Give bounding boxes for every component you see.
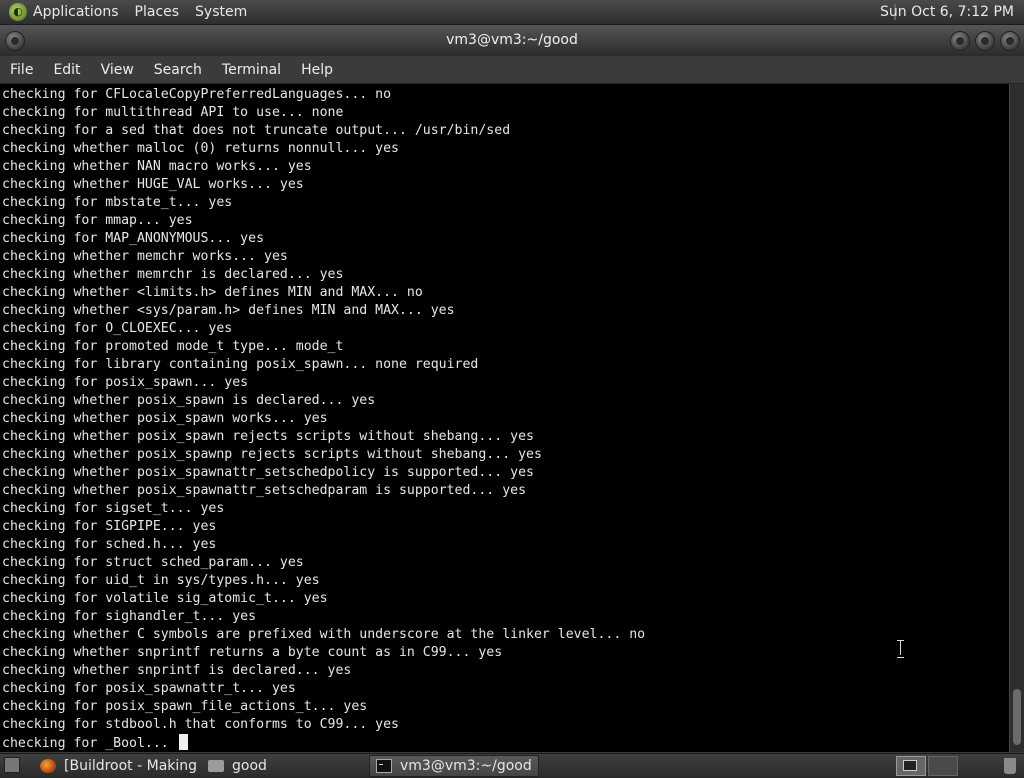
terminal-line: checking whether C symbols are prefixed … (2, 627, 646, 642)
folder-icon (208, 760, 224, 772)
menu-edit[interactable]: Edit (43, 62, 90, 78)
terminal-line: checking for posix_spawn... yes (2, 375, 249, 390)
terminal-line: checking for mmap... yes (2, 213, 193, 228)
terminal-scrollbar[interactable] (1009, 84, 1024, 752)
terminal-menubar: File Edit View Search Terminal Help (0, 56, 1024, 84)
terminal-line: checking for posix_spawnattr_t... yes (2, 681, 296, 696)
terminal-line: checking whether posix_spawnattr_setsche… (2, 465, 534, 480)
distro-logo-icon[interactable]: ◐ (9, 3, 27, 21)
task-buildroot[interactable]: [Buildroot - Making ... (34, 755, 202, 777)
terminal-line: checking whether <limits.h> defines MIN … (2, 285, 423, 300)
terminal-output[interactable]: checking for CFLocaleCopyPreferredLangua… (0, 84, 1009, 752)
panel-menu-system[interactable]: System (195, 4, 247, 20)
terminal-lines: checking for CFLocaleCopyPreferredLangua… (0, 84, 1009, 752)
terminal-line: checking whether posix_spawn works... ye… (2, 411, 328, 426)
ibeam-cursor-icon (896, 639, 905, 658)
terminal-icon (376, 759, 392, 773)
panel-clock[interactable]: Sun Oct 6, 7:12 PM (880, 4, 1014, 20)
text-cursor (178, 734, 188, 750)
task-label: good (232, 758, 267, 774)
minimize-button[interactable] (950, 31, 970, 51)
menu-view[interactable]: View (91, 62, 144, 78)
trash-icon[interactable] (1004, 758, 1016, 774)
terminal-line: checking for multithread API to use... n… (2, 105, 344, 120)
terminal-line: checking for CFLocaleCopyPreferredLangua… (2, 87, 392, 102)
terminal-line: checking for volatile sig_atomic_t... ye… (2, 591, 328, 606)
terminal-line: checking whether malloc (0) returns nonn… (2, 141, 399, 156)
terminal-line: checking whether HUGE_VAL works... yes (2, 177, 304, 192)
terminal-line: checking for mbstate_t... yes (2, 195, 233, 210)
menu-help[interactable]: Help (291, 62, 343, 78)
menu-terminal[interactable]: Terminal (212, 62, 291, 78)
terminal-line: checking for O_CLOEXEC... yes (2, 321, 233, 336)
terminal-line: checking for promoted mode_t type... mod… (2, 339, 344, 354)
terminal-line: checking whether posix_spawn rejects scr… (2, 429, 534, 444)
firefox-icon (40, 759, 56, 773)
terminal-line: checking whether memchr works... yes (2, 249, 288, 264)
scrollbar-thumb[interactable] (1013, 689, 1021, 745)
window-titlebar[interactable]: vm3@vm3:~/good (0, 25, 1024, 56)
workspace-window-thumb (903, 760, 917, 771)
terminal-line: checking for _Bool... (2, 734, 1009, 752)
terminal-line: checking whether posix_spawn is declared… (2, 393, 376, 408)
terminal-line: checking whether posix_spawnp rejects sc… (2, 447, 542, 462)
terminal-line: checking for MAP_ANONYMOUS... yes (2, 231, 265, 246)
show-desktop-icon[interactable] (4, 757, 20, 773)
task-label: [Buildroot - Making ... (64, 758, 202, 774)
terminal-line: checking whether snprintf returns a byte… (2, 645, 503, 660)
terminal-line: checking whether snprintf is declared...… (2, 663, 352, 678)
terminal-line: checking for sigset_t... yes (2, 501, 225, 516)
workspace-1[interactable] (896, 756, 926, 776)
panel-menu-applications[interactable]: Applications (33, 4, 119, 20)
panel-menu-places[interactable]: Places (135, 4, 180, 20)
terminal-line: checking for struct sched_param... yes (2, 555, 304, 570)
menu-search[interactable]: Search (144, 62, 212, 78)
terminal-line: checking whether <sys/param.h> defines M… (2, 303, 455, 318)
terminal-line: checking whether NAN macro works... yes (2, 159, 312, 174)
terminal-line: checking for SIGPIPE... yes (2, 519, 217, 534)
terminal-line: checking for library containing posix_sp… (2, 357, 479, 372)
task-terminal[interactable]: vm3@vm3:~/good (369, 755, 539, 777)
terminal-line: checking for a sed that does not truncat… (2, 123, 511, 138)
window-title: vm3@vm3:~/good (446, 32, 578, 48)
terminal-line: checking for sighandler_t... yes (2, 609, 257, 624)
terminal-line: checking whether memrchr is declared... … (2, 267, 344, 282)
close-button[interactable] (1000, 31, 1020, 51)
terminal-line: checking for uid_t in sys/types.h... yes (2, 573, 320, 588)
top-panel: ◐ Applications Places System Sun Oct 6, … (0, 0, 1024, 25)
terminal-line: checking for posix_spawn_file_actions_t.… (2, 699, 368, 714)
terminal-line: checking for stdbool.h that conforms to … (2, 717, 399, 732)
task-label: vm3@vm3:~/good (400, 758, 532, 774)
menu-file[interactable]: File (0, 62, 43, 78)
task-folder-good[interactable]: good (202, 755, 368, 777)
workspace-2[interactable] (928, 756, 958, 776)
terminal-line: checking whether posix_spawnattr_setsche… (2, 483, 527, 498)
terminal-line: checking for sched.h... yes (2, 537, 217, 552)
bottom-taskbar: [Buildroot - Making ... good vm3@vm3:~/g… (0, 753, 1024, 778)
maximize-button[interactable] (975, 31, 995, 51)
